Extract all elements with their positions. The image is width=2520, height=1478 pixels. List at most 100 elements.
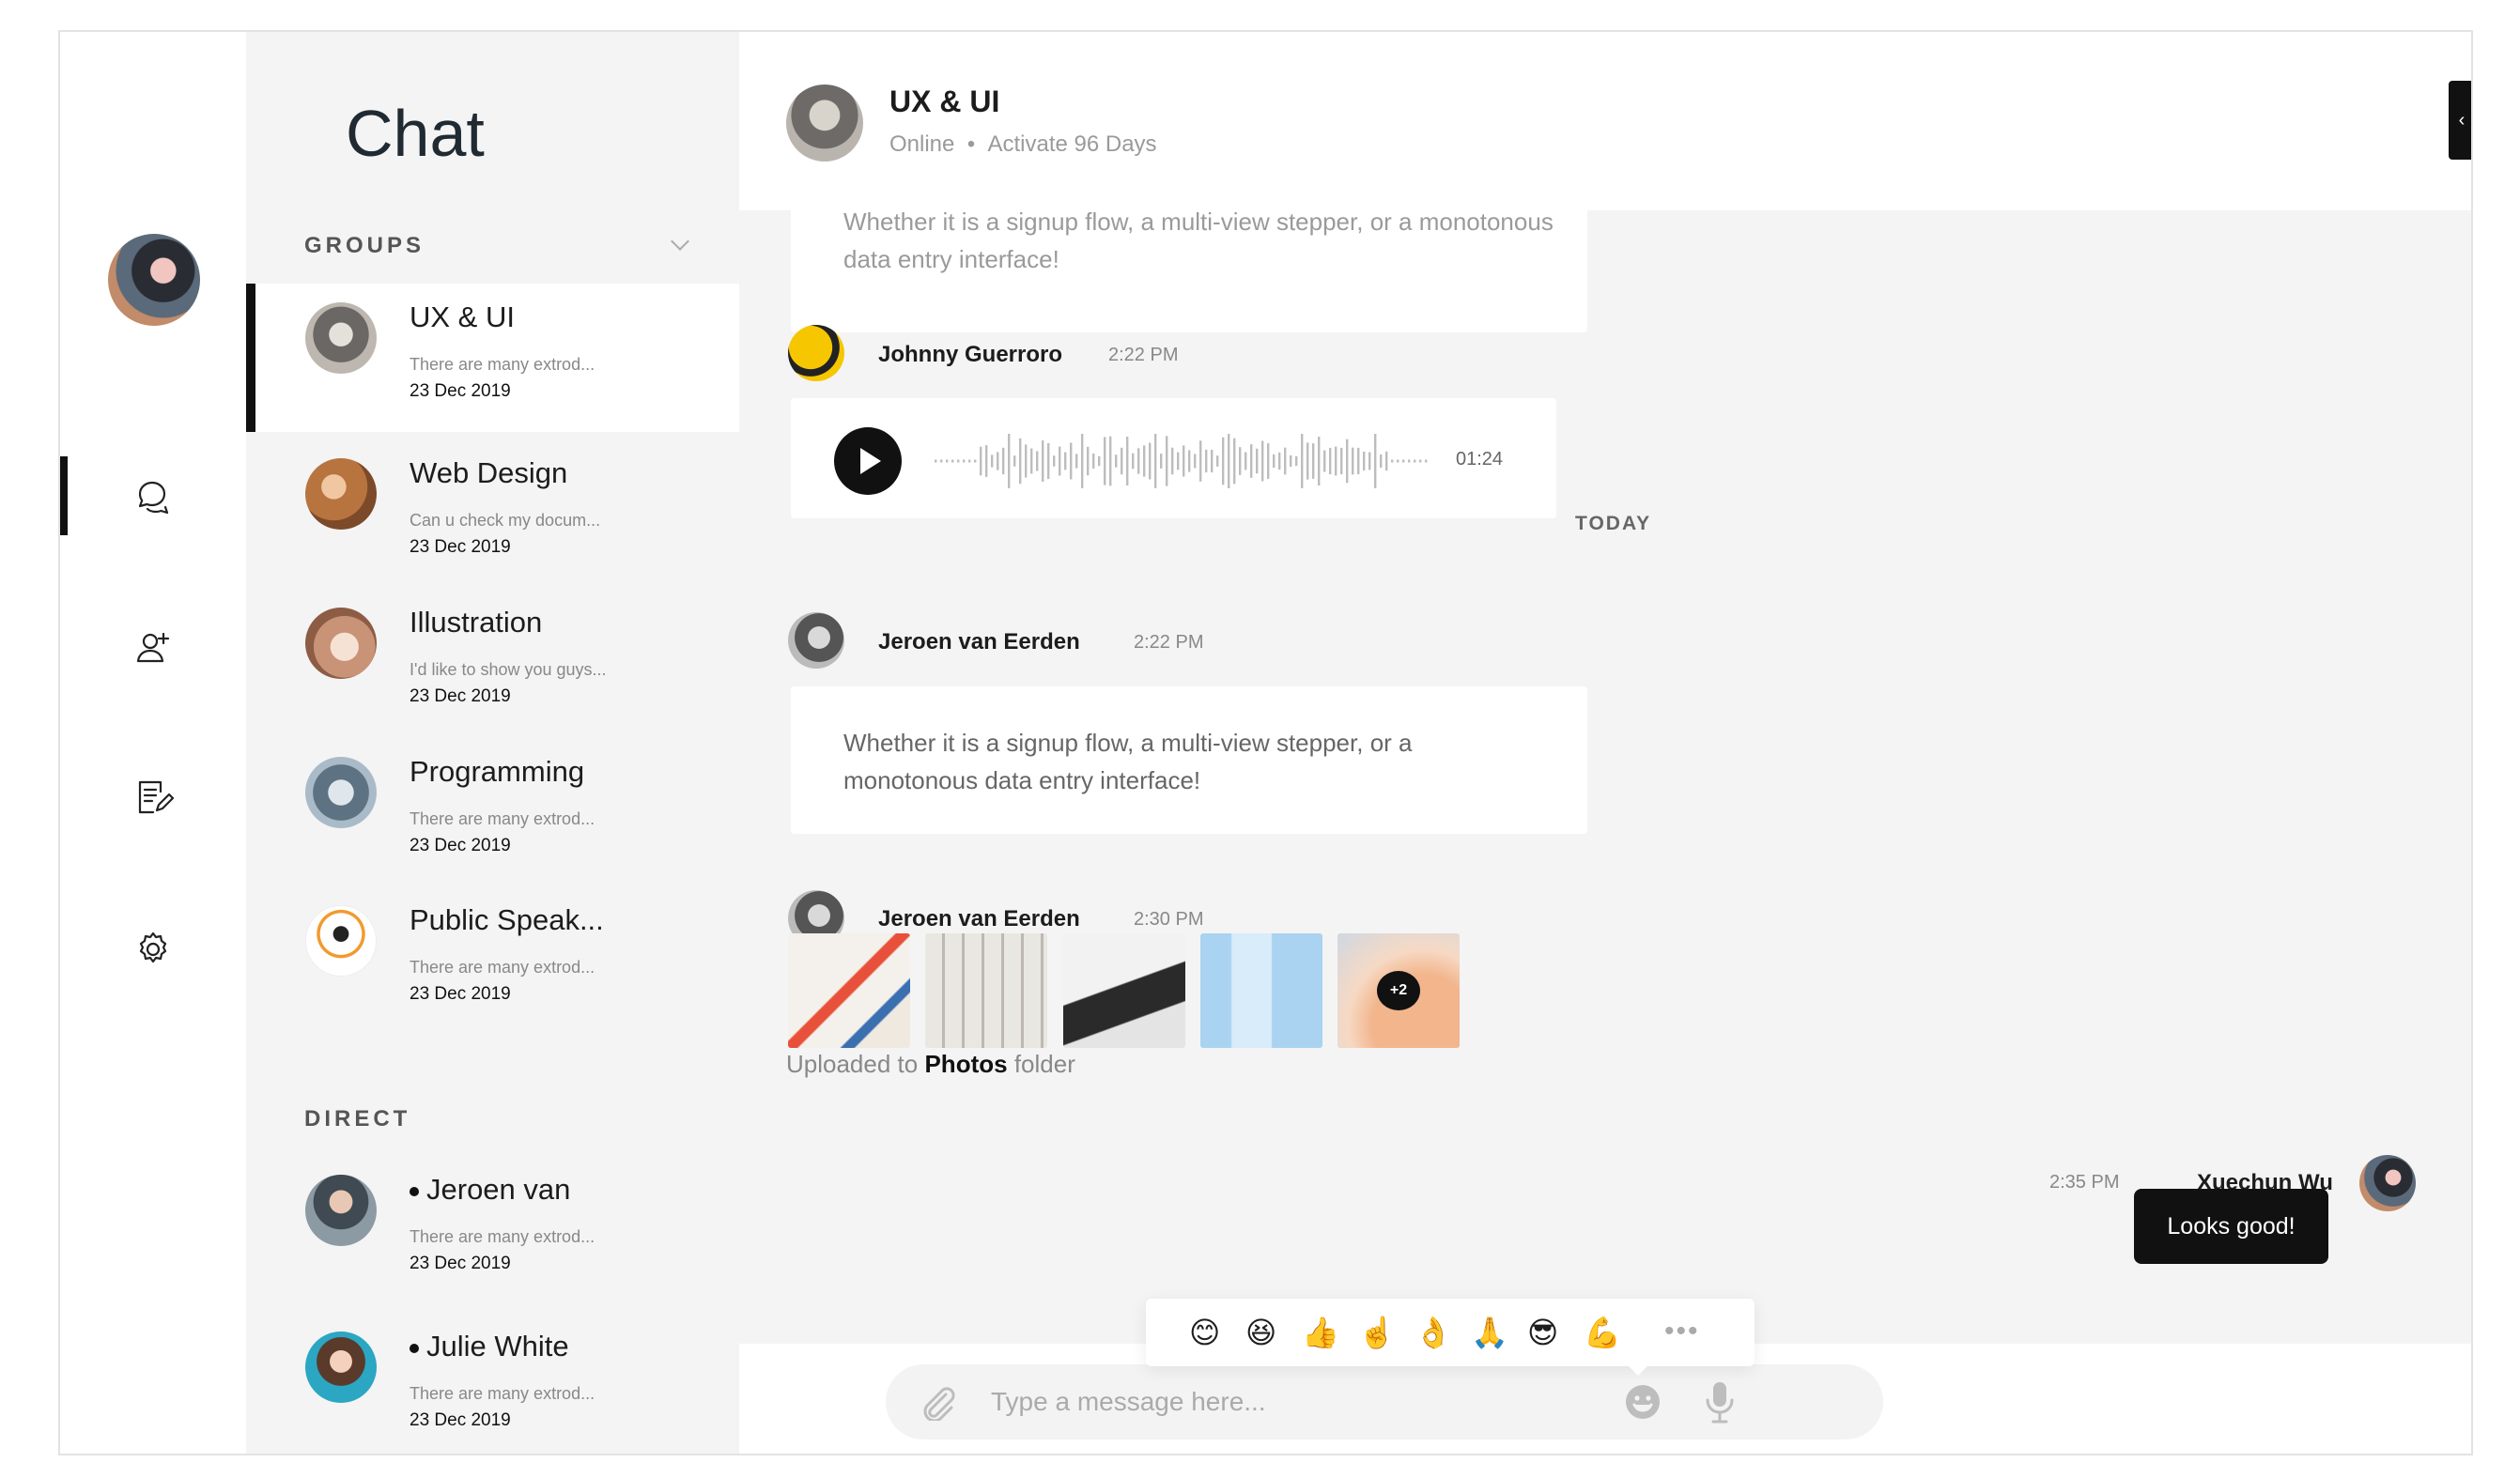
conversation-list: Chat GROUPS UX & UI There are many extro… bbox=[246, 32, 739, 1454]
group-preview: Can u check my docum... bbox=[410, 511, 601, 530]
group-avatar bbox=[305, 757, 377, 828]
direct-date: 23 Dec 2019 bbox=[410, 1410, 511, 1430]
sender-avatar bbox=[788, 325, 844, 381]
emoji-icon bbox=[1626, 1385, 1660, 1419]
emoji-smile[interactable]: 😊 bbox=[1189, 1314, 1220, 1351]
folder-link[interactable]: Photos bbox=[924, 1050, 1007, 1078]
group-date: 23 Dec 2019 bbox=[410, 686, 511, 706]
direct-preview: There are many extrod... bbox=[410, 1384, 595, 1403]
group-name: UX & UI bbox=[410, 300, 515, 333]
photo-thumbnail-more[interactable]: +2 bbox=[1337, 933, 1460, 1048]
direct-avatar bbox=[305, 1332, 377, 1403]
emoji-muscle[interactable]: 💪 bbox=[1584, 1314, 1621, 1351]
voice-message: 01:24 bbox=[791, 398, 1556, 518]
online-dot bbox=[410, 1343, 419, 1353]
emoji-picker: 😊 😆 👍 ☝️ 👌 🙏 😎 💪 ••• bbox=[1146, 1299, 1755, 1376]
message-input[interactable] bbox=[991, 1378, 1592, 1426]
message-input-wrapper bbox=[886, 1364, 1883, 1440]
group-avatar bbox=[305, 905, 377, 977]
group-name: Public Speak... bbox=[410, 903, 604, 936]
message-time: 2:22 PM bbox=[1134, 632, 1204, 653]
message-time: 2:30 PM bbox=[1134, 909, 1204, 930]
chat-icon bbox=[138, 481, 169, 515]
group-item-programming[interactable]: Programming There are many extrod... 23 … bbox=[246, 738, 739, 886]
upload-note: Uploaded to Photos folder bbox=[786, 1050, 1075, 1078]
emoji-ok-hand[interactable]: 👌 bbox=[1415, 1314, 1452, 1351]
group-item-ux-ui[interactable]: UX & UI There are many extrod... 23 Dec … bbox=[246, 284, 739, 432]
emoji-point-up[interactable]: ☝️ bbox=[1358, 1314, 1396, 1351]
nav-settings[interactable] bbox=[60, 910, 246, 989]
sender-avatar bbox=[788, 612, 844, 669]
chat-title: UX & UI bbox=[889, 85, 1000, 118]
chat-area: Whether it is a signup flow, a multi-vie… bbox=[739, 32, 2471, 1454]
photo-thumbnail[interactable] bbox=[925, 933, 1047, 1048]
group-item-illustration[interactable]: Illustration I'd like to show you guys..… bbox=[246, 589, 739, 737]
nav-chat[interactable] bbox=[60, 456, 246, 535]
group-preview: I'd like to show you guys... bbox=[410, 660, 607, 679]
emoji-button[interactable] bbox=[1622, 1381, 1663, 1427]
photo-thumbnail[interactable] bbox=[1200, 933, 1322, 1048]
direct-name: Julie White bbox=[410, 1330, 569, 1363]
direct-name: Jeroen van bbox=[410, 1173, 570, 1207]
message-time: 2:22 PM bbox=[1108, 345, 1179, 365]
voice-duration: 01:24 bbox=[1456, 449, 1504, 470]
direct-preview: There are many extrod... bbox=[410, 1227, 595, 1246]
direct-item-julie[interactable]: Julie White There are many extrod... 23 … bbox=[246, 1313, 739, 1454]
direct-heading: DIRECT bbox=[304, 1106, 411, 1132]
play-button[interactable] bbox=[834, 427, 902, 495]
attach-button[interactable] bbox=[918, 1385, 957, 1425]
message-time: 2:35 PM bbox=[2049, 1172, 2120, 1193]
chevron-left-icon: ‹ bbox=[2458, 109, 2466, 131]
voice-record-button[interactable] bbox=[1703, 1379, 1737, 1429]
emoji-laugh[interactable]: 😆 bbox=[1245, 1314, 1276, 1351]
group-name: Web Design bbox=[410, 456, 568, 489]
photo-thumbnail[interactable] bbox=[1063, 933, 1185, 1048]
nav-add-contact[interactable] bbox=[60, 607, 246, 685]
message-line: monotonous data entry interface! bbox=[843, 766, 1201, 794]
groups-heading: GROUPS bbox=[304, 233, 425, 258]
microphone-icon bbox=[1706, 1382, 1734, 1424]
day-divider: TODAY bbox=[1575, 513, 1652, 534]
chat-header: UX & UI Online • Activate 96 Days bbox=[739, 32, 2471, 210]
edit-document-icon bbox=[138, 780, 174, 814]
chat-status: Online • Activate 96 Days bbox=[889, 131, 1157, 157]
user-avatar[interactable] bbox=[108, 234, 200, 326]
chevron-down-icon[interactable] bbox=[671, 232, 689, 251]
group-date: 23 Dec 2019 bbox=[410, 836, 511, 855]
waveform-icon bbox=[935, 434, 1428, 488]
emoji-pray[interactable]: 🙏 bbox=[1471, 1314, 1508, 1351]
paperclip-icon bbox=[923, 1387, 955, 1423]
direct-date: 23 Dec 2019 bbox=[410, 1254, 511, 1273]
page-title: Chat bbox=[346, 97, 485, 170]
emoji-sunglasses[interactable]: 😎 bbox=[1527, 1314, 1558, 1351]
my-avatar bbox=[2359, 1155, 2416, 1211]
more-emoji-button[interactable]: ••• bbox=[1664, 1316, 1700, 1347]
sender-name: Johnny Guerroro bbox=[878, 342, 1063, 367]
sender-name: Jeroen van Eerden bbox=[878, 906, 1080, 931]
online-dot bbox=[410, 1186, 419, 1196]
emoji-thumbs-up[interactable]: 👍 bbox=[1302, 1314, 1339, 1351]
group-avatar bbox=[305, 458, 377, 530]
group-date: 23 Dec 2019 bbox=[410, 537, 511, 557]
message-text: Whether it is a signup flow, a multi-vie… bbox=[843, 208, 1554, 273]
group-preview: There are many extrod... bbox=[410, 809, 595, 828]
more-photos-badge: +2 bbox=[1377, 971, 1420, 1010]
group-date: 23 Dec 2019 bbox=[410, 381, 511, 401]
group-avatar bbox=[305, 608, 377, 679]
group-item-public-speaking[interactable]: Public Speak... There are many extrod...… bbox=[246, 886, 739, 1035]
nav-notes[interactable] bbox=[60, 758, 246, 837]
group-preview: There are many extrod... bbox=[410, 958, 595, 977]
message-bubble: Whether it is a signup flow, a multi-vie… bbox=[791, 686, 1587, 834]
message-line: Whether it is a signup flow, a multi-vie… bbox=[843, 729, 1413, 757]
collapse-panel-button[interactable]: ‹ bbox=[2449, 81, 2471, 160]
chat-avatar[interactable] bbox=[786, 85, 863, 162]
group-date: 23 Dec 2019 bbox=[410, 984, 511, 1004]
group-avatar bbox=[305, 302, 377, 374]
direct-item-jeroen[interactable]: Jeroen van There are many extrod... 23 D… bbox=[246, 1156, 739, 1304]
my-message-bubble: Looks good! bbox=[2134, 1189, 2328, 1264]
sender-name: Jeroen van Eerden bbox=[878, 629, 1080, 654]
group-preview: There are many extrod... bbox=[410, 355, 595, 374]
photo-thumbnail[interactable] bbox=[788, 933, 910, 1048]
settings-icon bbox=[139, 931, 167, 963]
group-item-web-design[interactable]: Web Design Can u check my docum... 23 De… bbox=[246, 439, 739, 588]
